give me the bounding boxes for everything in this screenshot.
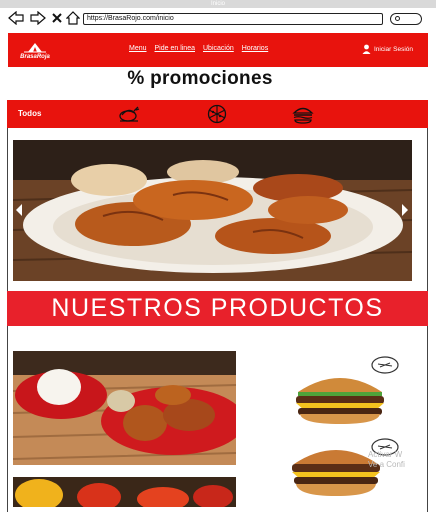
user-icon: [362, 44, 371, 54]
product-tile-vegetables[interactable]: [13, 477, 236, 507]
search-icon: [395, 16, 400, 21]
category-bar: Todos: [7, 100, 428, 128]
menu-link-menu[interactable]: Menu: [129, 45, 147, 52]
main-menu: Menu Pide en linea Ubicación Horarios: [129, 45, 268, 52]
home-icon[interactable]: [66, 11, 80, 25]
slider-prev-arrow-icon[interactable]: [14, 202, 24, 218]
chicken-icon[interactable]: [118, 104, 140, 124]
back-arrow-icon[interactable]: [8, 11, 24, 25]
browser-toolbar: https://BrasaRojo.com/inicio: [0, 8, 436, 32]
roast-chicken-image: [13, 140, 412, 281]
watermark-line-2: Ve a Confi: [368, 460, 405, 469]
promotions-title: % promociones: [127, 68, 273, 89]
promo-slider[interactable]: [13, 140, 412, 281]
menu-link-order-online[interactable]: Pide en linea: [155, 45, 195, 52]
product-tile-chicken[interactable]: [13, 351, 236, 465]
browser-window: Inicio https://BrasaRojo.com/inicio Bras…: [0, 0, 436, 512]
search-field[interactable]: [390, 13, 422, 25]
login-button[interactable]: Iniciar Sesión: [362, 44, 413, 54]
watermark-line-1: Activar W: [368, 450, 403, 459]
chicken-rice-image: [13, 351, 236, 465]
logo-text: BrasaRoja: [20, 54, 50, 60]
products-banner-title: NUESTROS PRODUCTOS: [51, 294, 384, 322]
pizza-icon[interactable]: [206, 104, 228, 124]
products-banner: NUESTROS PRODUCTOS: [7, 291, 428, 326]
close-icon[interactable]: [51, 11, 63, 25]
menu-link-hours[interactable]: Horarios: [242, 45, 268, 52]
brand-logo[interactable]: BrasaRoja: [16, 40, 54, 60]
forward-arrow-icon[interactable]: [30, 11, 46, 25]
windows-activation-watermark: Activar W Ve a Confi: [368, 450, 405, 470]
vegetables-image: [13, 477, 236, 507]
address-bar[interactable]: https://BrasaRojo.com/inicio: [83, 13, 383, 25]
login-label: Iniciar Sesión: [374, 45, 414, 53]
flame-logo-icon: [24, 43, 46, 53]
menu-link-location[interactable]: Ubicación: [203, 45, 234, 52]
window-title: Inicio: [0, 0, 436, 8]
burger-icon[interactable]: [292, 104, 314, 124]
burger-image-1: [296, 378, 384, 424]
site-header: BrasaRoja Menu Pide en linea Ubicación H…: [8, 33, 428, 67]
category-all[interactable]: Todos: [18, 109, 41, 118]
slider-next-arrow-icon[interactable]: [400, 202, 410, 218]
